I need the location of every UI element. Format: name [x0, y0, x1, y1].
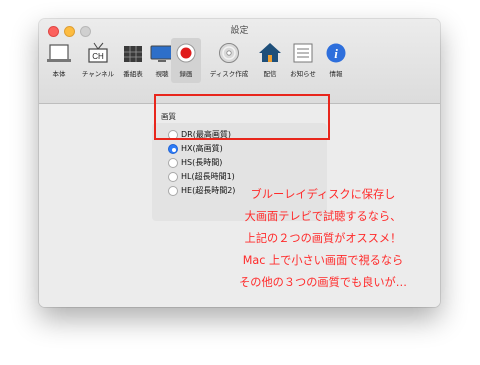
window-title: 設定	[230, 26, 249, 36]
quality-option-label: HL(超長時間1)	[181, 172, 235, 181]
device-icon	[47, 44, 71, 62]
radio-hx-selected[interactable]	[168, 144, 178, 154]
annotation-line: ブルーレイディスクに保存し	[250, 188, 396, 201]
radio-hl[interactable]	[168, 172, 178, 182]
record-icon	[176, 43, 196, 63]
annotation-line: 大画面テレビで試聴するなら、	[244, 210, 402, 223]
svg-text:i: i	[334, 46, 338, 61]
svg-text:CH: CH	[92, 52, 104, 61]
annotation-text: ブルーレイディスクに保存し 大画面テレビで試聴するなら、 上記の２つの画質がオス…	[193, 184, 453, 294]
quality-option-label: HX(高画質)	[181, 144, 223, 153]
disc-icon	[219, 43, 239, 63]
toolbar-item-info[interactable]: i 情報	[316, 42, 356, 82]
toolbar-label-info: 情報	[329, 70, 343, 78]
annotation-line: その他の３つの画質でも良いが…	[239, 276, 407, 289]
toolbar-item-record[interactable]: 録画	[171, 38, 201, 83]
info-icon: i	[326, 43, 346, 63]
annotation-line: 上記の２つの画質がオススメ！	[244, 232, 402, 245]
radio-he[interactable]	[168, 186, 178, 196]
title-bar: 設定 本体 CH チャンネル 番組表 視聴 録画 ディスク作成 配信 お知らせ …	[39, 19, 440, 104]
annotation-line: Mac 上で小さい画面で視るなら	[242, 254, 404, 267]
quality-option-label: HS(長時間)	[181, 158, 223, 167]
channel-antenna-icon: CH	[88, 42, 108, 63]
radio-hs[interactable]	[168, 158, 178, 168]
highlight-frame	[154, 94, 330, 140]
